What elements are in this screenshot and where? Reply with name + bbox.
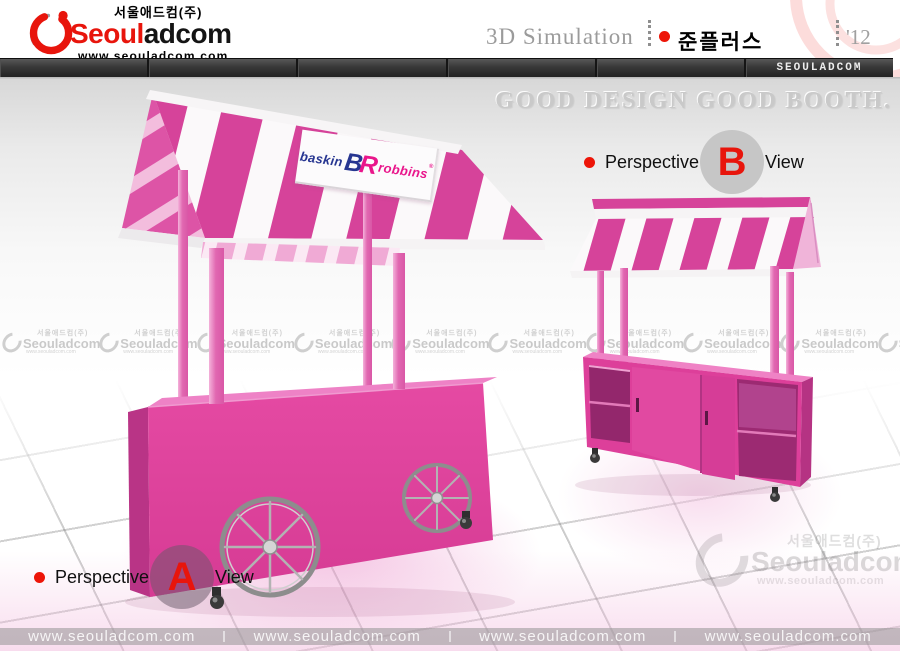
view-letter: B (718, 140, 747, 185)
cart-b-graphic (558, 193, 848, 513)
label-prefix: Perspective (605, 152, 699, 173)
logo-name-red: Seoul (70, 18, 144, 49)
cart-a-front-posts (209, 248, 405, 404)
nav-segment (298, 59, 447, 77)
slogan-text: GOOD DESIGN GOOD BOOTH. (495, 88, 892, 115)
watermark-item: 서울애드컴(주)Seouladcomwww.seouladcom.com (879, 330, 900, 355)
page-title: 3D Simulation (486, 24, 634, 50)
footer-divider (449, 631, 451, 642)
door-handle (636, 398, 639, 412)
footer-url-bar: www.seouladcom.com www.seouladcom.com www.… (0, 628, 900, 645)
sign-registered-mark: ® (428, 164, 433, 171)
footer-url-text: www.seouladcom.com (705, 628, 872, 645)
sign-word-baskin: baskin (299, 149, 343, 168)
red-bullet-icon (659, 31, 670, 42)
nav-segment (448, 59, 597, 77)
door-handle (705, 411, 708, 425)
footer-divider (674, 631, 676, 642)
nav-segment (597, 59, 746, 77)
cart-b-awning (570, 197, 821, 278)
label-suffix: View (765, 152, 804, 173)
red-bullet-icon (584, 157, 595, 168)
client-name: 준플러스 (678, 26, 763, 56)
logo-name: Seouladcom (70, 20, 231, 48)
footer-url-text: www.seouladcom.com (479, 628, 646, 645)
watermark-ring-icon (0, 329, 26, 357)
letter-badge: A (150, 545, 214, 609)
sign-word-robbins: robbins (378, 160, 429, 180)
navbar-brand-label: SEOULADCOM (776, 62, 862, 74)
nav-bar: SEOULADCOM (0, 58, 893, 77)
sign-letter-r: R (358, 152, 379, 179)
render-stage: GOOD DESIGN GOOD BOOTH. 서울애드컴(주) Seoulad… (0, 80, 900, 651)
view-letter: A (168, 555, 197, 600)
logo-swoosh-icon (28, 8, 76, 58)
cart-b-shelf-left (589, 365, 630, 443)
cart-b-sliding-doors (632, 367, 735, 480)
dotted-divider (648, 20, 651, 46)
year-label: '12 (846, 25, 871, 50)
nav-segment-brand: SEOULADCOM (746, 59, 893, 77)
cart-a-wheel-right (404, 465, 470, 531)
perspective-a-label: Perspective A View (34, 545, 254, 609)
dotted-divider (836, 20, 839, 46)
company-logo: 서울애드컴(주) Seouladcom www.seouladcom.com (28, 6, 231, 62)
red-bullet-icon (34, 572, 45, 583)
watermark-ring-icon (874, 329, 900, 357)
logo-name-black: adcom (144, 18, 232, 49)
header: 서울애드컴(주) Seouladcom www.seouladcom.com 3… (0, 0, 900, 58)
letter-badge: B (700, 130, 764, 194)
footer-divider (223, 631, 225, 642)
nav-segment (0, 59, 149, 77)
nav-segment (149, 59, 298, 77)
cart-b-shelf-right (737, 379, 798, 481)
label-prefix: Perspective (55, 567, 149, 588)
nav-underline (0, 77, 900, 80)
logo-text: 서울애드컴(주) Seouladcom www.seouladcom.com (70, 6, 231, 62)
footer-url-text: www.seouladcom.com (254, 628, 421, 645)
cart-render-perspective-b (558, 193, 848, 513)
footer-url-text: www.seouladcom.com (28, 628, 195, 645)
page: 서울애드컴(주) Seouladcom www.seouladcom.com 3… (0, 0, 900, 651)
perspective-b-label: Perspective B View (584, 130, 804, 194)
label-suffix: View (215, 567, 254, 588)
